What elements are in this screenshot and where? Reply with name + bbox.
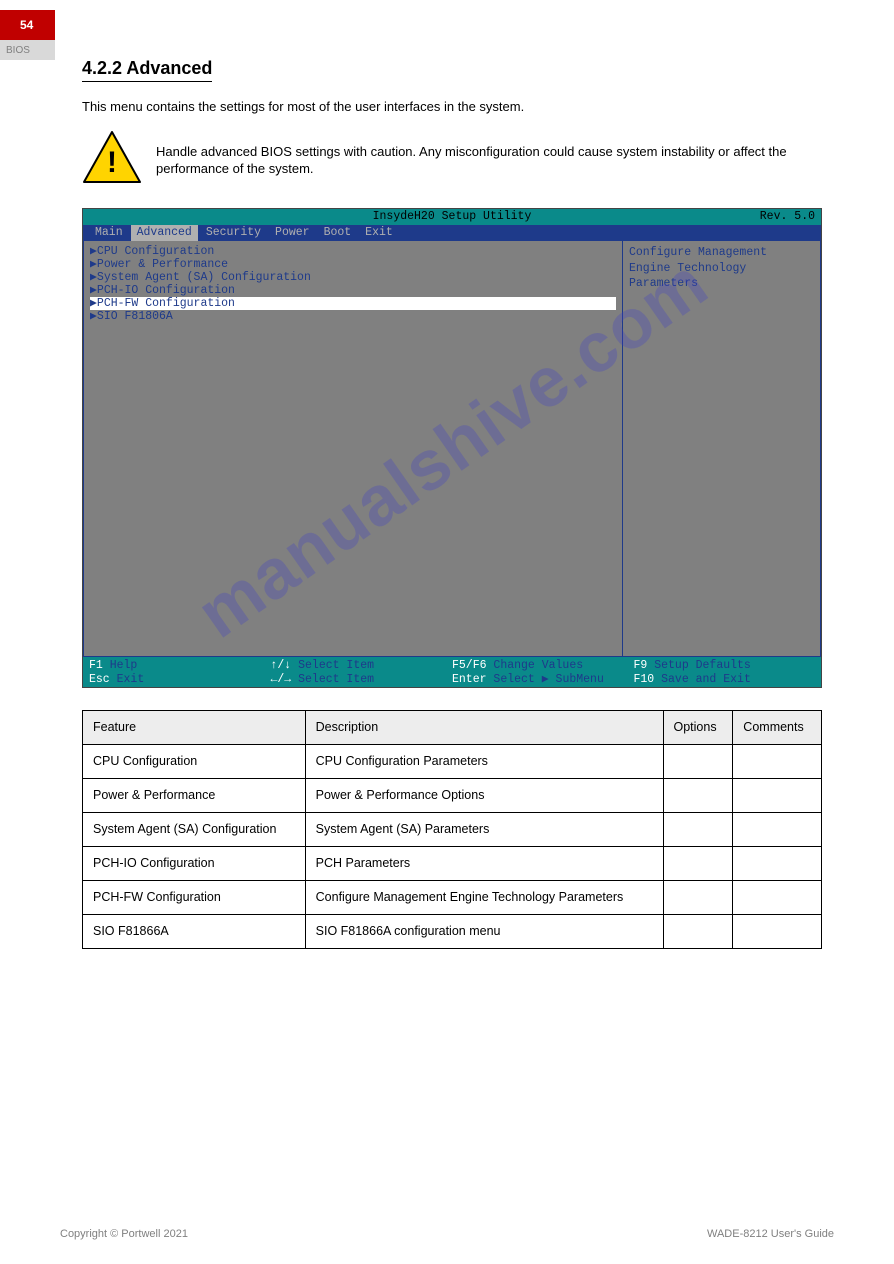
cell xyxy=(733,914,822,948)
bios-key-f5f6: F5/F6 xyxy=(452,659,487,672)
cell xyxy=(733,779,822,813)
cell xyxy=(733,880,822,914)
bios-key-esc-label: Exit xyxy=(117,673,145,686)
bios-key-esc: Esc xyxy=(89,673,110,686)
cell xyxy=(663,745,733,779)
table-header-row: Feature Description Options Comments xyxy=(83,711,822,745)
cell: PCH-FW Configuration xyxy=(83,880,306,914)
bios-item-pchio[interactable]: ▶PCH-IO Configuration xyxy=(90,284,616,297)
bios-key-f1: F1 xyxy=(89,659,103,672)
table-row: PCH-IO Configuration PCH Parameters xyxy=(83,846,822,880)
cell: Power & Performance xyxy=(83,779,306,813)
table-row: SIO F81866A SIO F81866A configuration me… xyxy=(83,914,822,948)
page: 54 BIOS 4.2.2 Advanced This menu contain… xyxy=(0,0,894,1264)
bios-key-lr: ←/→ xyxy=(271,673,292,686)
cell: CPU Configuration Parameters xyxy=(305,745,663,779)
bios-key-updown: ↑/↓ xyxy=(271,659,292,672)
bios-left-pane[interactable]: ▶CPU Configuration ▶Power & Performance … xyxy=(83,241,623,657)
svg-text:!: ! xyxy=(107,146,117,179)
bios-footer: F1 Help ↑/↓ Select Item F5/F6 Change Val… xyxy=(83,657,821,688)
section-heading: 4.2.2 Advanced xyxy=(82,56,212,82)
cell: SIO F81866A xyxy=(83,914,306,948)
bios-key-f9-label: Setup Defaults xyxy=(654,659,751,672)
page-footer: Copyright © Portwell 2021 WADE-8212 User… xyxy=(60,1227,834,1242)
bios-item-sa[interactable]: ▶System Agent (SA) Configuration xyxy=(90,271,616,284)
bios-tab-advanced[interactable]: Advanced xyxy=(131,225,198,241)
bios-key-f5f6-label: Change Values xyxy=(493,659,583,672)
bios-tab-security[interactable]: Security xyxy=(200,225,267,241)
bios-key-f9: F9 xyxy=(634,659,648,672)
bios-title-bar: InsydeH20 Setup Utility Rev. 5.0 xyxy=(83,209,821,225)
warning-row: ! Handle advanced BIOS settings with cau… xyxy=(82,130,834,191)
config-table: Feature Description Options Comments CPU… xyxy=(82,710,822,948)
cell xyxy=(663,880,733,914)
warning-text: Handle advanced BIOS settings with cauti… xyxy=(156,143,834,178)
bios-item-power[interactable]: ▶Power & Performance xyxy=(90,258,616,271)
footer-copyright: Copyright © Portwell 2021 xyxy=(60,1227,188,1242)
bios-key-f10: F10 xyxy=(634,673,655,686)
cell: CPU Configuration xyxy=(83,745,306,779)
table-row: PCH-FW Configuration Configure Managemen… xyxy=(83,880,822,914)
cell: PCH-IO Configuration xyxy=(83,846,306,880)
bios-help-text: Configure Management Engine Technology P… xyxy=(629,246,767,290)
bios-tab-bar[interactable]: MainAdvancedSecurityPowerBootExit xyxy=(83,225,821,241)
bios-title-text: InsydeH20 Setup Utility xyxy=(373,210,532,223)
bios-key-enter: Enter xyxy=(452,673,487,686)
tab-label: BIOS xyxy=(6,44,30,58)
cell xyxy=(733,813,822,847)
cell: Configure Management Engine Technology P… xyxy=(305,880,663,914)
cell: SIO F81866A configuration menu xyxy=(305,914,663,948)
th-description: Description xyxy=(305,711,663,745)
bios-tab-power[interactable]: Power xyxy=(269,225,316,241)
content-column: 4.2.2 Advanced This menu contains the se… xyxy=(82,0,834,949)
cell xyxy=(663,914,733,948)
warning-icon: ! xyxy=(82,130,142,191)
bios-tab-exit[interactable]: Exit xyxy=(359,225,399,241)
intro-text: This menu contains the settings for most… xyxy=(82,98,834,116)
th-options: Options xyxy=(663,711,733,745)
cell: System Agent (SA) Parameters xyxy=(305,813,663,847)
bios-revision: Rev. 5.0 xyxy=(760,209,815,225)
cell: Power & Performance Options xyxy=(305,779,663,813)
bios-key-enter-label: Select ▶ SubMenu xyxy=(493,673,603,686)
cell: PCH Parameters xyxy=(305,846,663,880)
bios-help-pane: Configure Management Engine Technology P… xyxy=(623,241,821,657)
bios-item-sio[interactable]: ▶SIO F81806A xyxy=(90,310,616,323)
cell xyxy=(733,745,822,779)
cell xyxy=(663,779,733,813)
bios-key-updown-label: Select Item xyxy=(298,659,374,672)
bios-key-f1-label: Help xyxy=(110,659,138,672)
cell xyxy=(663,813,733,847)
cell: System Agent (SA) Configuration xyxy=(83,813,306,847)
bios-body: ▶CPU Configuration ▶Power & Performance … xyxy=(83,241,821,657)
cell xyxy=(733,846,822,880)
footer-doc-title: WADE-8212 User's Guide xyxy=(707,1227,834,1242)
cell xyxy=(663,846,733,880)
table-row: System Agent (SA) Configuration System A… xyxy=(83,813,822,847)
bios-item-cpu[interactable]: ▶CPU Configuration xyxy=(90,245,616,258)
bios-screenshot: InsydeH20 Setup Utility Rev. 5.0 MainAdv… xyxy=(82,208,822,688)
bios-tab-boot[interactable]: Boot xyxy=(318,225,358,241)
bios-key-lr-label: Select Item xyxy=(298,673,374,686)
bios-tab-main[interactable]: Main xyxy=(89,225,129,241)
table-row: Power & Performance Power & Performance … xyxy=(83,779,822,813)
table-row: CPU Configuration CPU Configuration Para… xyxy=(83,745,822,779)
bios-key-f10-label: Save and Exit xyxy=(661,673,751,686)
th-comments: Comments xyxy=(733,711,822,745)
th-feature: Feature xyxy=(83,711,306,745)
page-number: 54 xyxy=(20,17,33,33)
bios-item-pchfw[interactable]: ▶PCH-FW Configuration xyxy=(90,297,616,310)
